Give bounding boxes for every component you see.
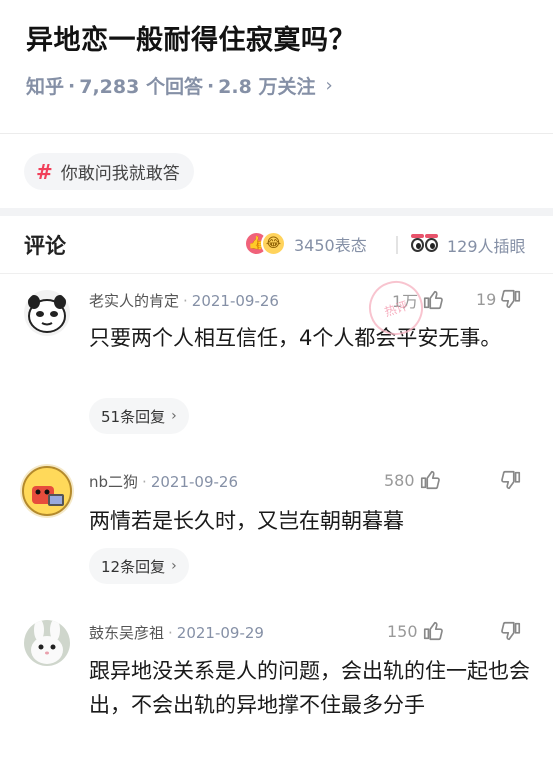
- chevron-right-icon: ›: [171, 408, 177, 424]
- like-button[interactable]: 580: [384, 469, 441, 491]
- peek-count: 129人插眼: [447, 237, 526, 256]
- comment-author[interactable]: 老实人的肯定: [89, 292, 179, 310]
- topic-tag-label: 你敢问我就敢答: [60, 164, 180, 184]
- thumbs-down-icon: [501, 289, 521, 309]
- view-replies-button[interactable]: 12条回复 ›: [89, 548, 189, 584]
- dislike-button[interactable]: [500, 620, 522, 642]
- question-header: 异地恋一般耐得住寂寞吗？ 知乎 · 7,283 个回答 · 2.8 万关注 ›: [0, 0, 553, 133]
- comment-author[interactable]: 鼓东吴彦祖: [89, 624, 164, 642]
- topic-tag[interactable]: # 你敢问我就敢答: [24, 153, 194, 190]
- comment-text: 跟异地没关系是人的问题，会出轨的住一起也会出，不会出轨的异地撑不住最多分手: [89, 659, 530, 717]
- comment-date: 2021-09-29: [176, 624, 264, 642]
- comments-header: 评论 👍 😂 3450表态 129人插眼: [0, 216, 553, 274]
- comment-text: 只要两个人相互信任，4个人都会平安无事。: [89, 326, 502, 350]
- thumbs-up-icon: [420, 470, 440, 490]
- thumbs-down-icon: [501, 621, 521, 641]
- hashtag-icon: #: [36, 159, 53, 184]
- reactions-summary[interactable]: 👍 😂 3450表态: [244, 231, 367, 256]
- view-replies-button[interactable]: 51条回复 ›: [89, 398, 189, 434]
- like-count: 150: [387, 621, 418, 641]
- follower-count: 2.8 万关注: [218, 76, 316, 98]
- avatar[interactable]: [24, 620, 70, 666]
- comment-author-line: nb二狗 · 2021-09-26: [89, 473, 238, 491]
- comment-date: 2021-09-26: [191, 292, 279, 310]
- comment-item: 老实人的肯定 · 2021-09-26 1万 19 只要两个人相互信任，4个人都会平…: [0, 274, 553, 444]
- comment-author-line: 鼓东吴彦祖 · 2021-09-29: [89, 624, 264, 642]
- reply-count: 12条回复: [101, 557, 166, 576]
- answer-count: 7,283 个回答: [79, 76, 203, 98]
- question-meta[interactable]: 知乎 · 7,283 个回答 · 2.8 万关注 ›: [26, 72, 333, 99]
- comment-item: 鼓东吴彦祖 · 2021-09-29 150 跟异地没关系是人的问题，会出轨的住一起…: [0, 604, 553, 757]
- reply-count: 51条回复: [101, 407, 166, 426]
- dislike-button[interactable]: 19: [476, 288, 522, 310]
- section-divider: [0, 208, 553, 216]
- comment-author[interactable]: nb二狗: [89, 473, 138, 491]
- comment-text: 两情若是长久时，又岂在朝朝暮暮: [89, 509, 404, 533]
- comment-author-line: 老实人的肯定 · 2021-09-26: [89, 292, 279, 310]
- like-button[interactable]: 150: [387, 620, 444, 642]
- eyes-icon: [411, 234, 441, 256]
- reaction-count: 3450表态: [294, 235, 367, 255]
- avatar[interactable]: [24, 290, 70, 336]
- comment-item: nb二狗 · 2021-09-26 580 两情若是长久时，又岂在朝朝暮暮 12条回…: [0, 444, 553, 604]
- dislike-button[interactable]: [500, 469, 522, 491]
- peek-summary[interactable]: 129人插眼: [411, 233, 526, 257]
- laugh-reaction-icon: 😂: [261, 231, 286, 256]
- thumbs-down-icon: [501, 470, 521, 490]
- comment-date: 2021-09-26: [150, 473, 238, 491]
- divider: [396, 236, 398, 254]
- avatar[interactable]: [20, 464, 74, 518]
- dislike-count: 19: [476, 289, 497, 309]
- source-label: 知乎: [26, 76, 65, 98]
- comments-title: 评论: [24, 234, 66, 258]
- question-title[interactable]: 异地恋一般耐得住寂寞吗？: [26, 18, 356, 57]
- chevron-right-icon: ›: [325, 75, 333, 96]
- divider: [0, 133, 553, 134]
- thumbs-up-icon: [423, 621, 443, 641]
- chevron-right-icon: ›: [171, 558, 177, 574]
- thumbs-up-icon: [424, 290, 444, 310]
- like-count: 580: [384, 470, 415, 490]
